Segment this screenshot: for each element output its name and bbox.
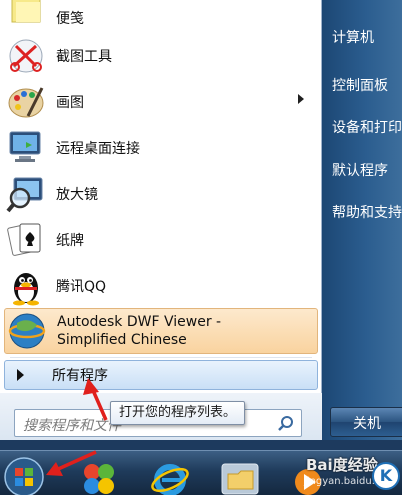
program-label-line1: Autodesk DWF Viewer - [57, 314, 222, 330]
media-center-icon[interactable] [80, 458, 120, 495]
tooltip-text: 打开您的程序列表。 [119, 405, 237, 420]
program-magnifier[interactable]: 放大镜 [4, 172, 318, 216]
program-label: 放大镜 [56, 187, 98, 203]
watermark-text: Bai度经验 [306, 456, 378, 474]
paint-icon [8, 87, 44, 118]
program-snipping-tool[interactable]: 截图工具 [4, 34, 318, 78]
system-links-pane: 计算机 控制面板 设备和打印机 默认程序 帮助和支持 [322, 0, 402, 440]
windows-explorer-icon[interactable] [220, 458, 260, 495]
all-programs-button[interactable]: 所有程序 [4, 360, 318, 390]
program-label: 截图工具 [56, 49, 112, 65]
program-autodesk-dwf-viewer[interactable]: Autodesk DWF Viewer - Simplified Chinese [4, 308, 318, 354]
program-label: 纸牌 [56, 233, 84, 249]
program-label: 远程桌面连接 [56, 141, 140, 157]
all-programs-tooltip: 打开您的程序列表。 [110, 401, 246, 425]
link-computer[interactable]: 计算机 [332, 27, 374, 47]
program-label: 画图 [56, 95, 84, 111]
solitaire-icon [7, 223, 41, 256]
play-arrow-icon [17, 369, 24, 381]
start-orb-icon[interactable] [2, 455, 46, 495]
program-qq[interactable]: 腾讯QQ [4, 264, 318, 308]
program-remote-desktop[interactable]: 远程桌面连接 [4, 126, 318, 170]
all-programs-label: 所有程序 [52, 368, 108, 384]
sticky-notes-icon [11, 0, 41, 23]
program-paint[interactable]: 画图 [4, 80, 318, 124]
search-icon[interactable] [276, 414, 296, 434]
program-label: 便笺 [56, 11, 84, 27]
link-control-panel[interactable]: 控制面板 [332, 75, 388, 95]
magnifier-icon [6, 177, 43, 213]
search-placeholder: 搜索程序和文件 [23, 418, 121, 434]
autodesk-globe-icon [8, 313, 46, 349]
shutdown-button[interactable]: 关机 [330, 407, 402, 437]
internet-explorer-icon[interactable] [150, 458, 190, 495]
submenu-arrow-icon[interactable] [298, 94, 304, 104]
programs-pane: 便笺 截图工具 画图 远程桌面连接 放大镜 纸牌 腾讯QQ Autodesk D… [0, 0, 322, 440]
snipping-tool-icon [9, 39, 43, 73]
shutdown-label: 关机 [353, 416, 381, 432]
link-devices-printers[interactable]: 设备和打印机 [332, 117, 402, 137]
link-help-support[interactable]: 帮助和支持 [332, 202, 402, 222]
menu-separator [10, 357, 312, 358]
program-solitaire[interactable]: 纸牌 [4, 218, 318, 262]
program-label-line2: Simplified Chinese [57, 332, 187, 348]
qq-penguin-icon [13, 273, 39, 306]
remote-desktop-icon [9, 131, 41, 162]
link-default-programs[interactable]: 默认程序 [332, 160, 388, 180]
program-label: 腾讯QQ [56, 279, 107, 295]
k-logo-icon: K [372, 462, 400, 490]
